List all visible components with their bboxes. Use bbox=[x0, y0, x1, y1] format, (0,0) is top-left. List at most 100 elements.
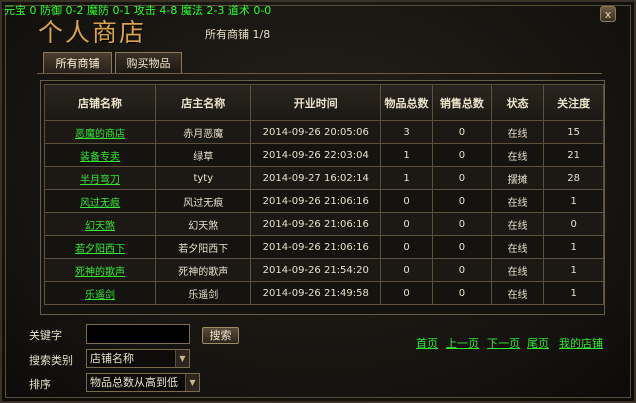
table-cell-follow: 1 bbox=[543, 258, 604, 282]
table-cell-sales: 0 bbox=[432, 189, 492, 213]
table-cell-status: 在线 bbox=[490, 143, 545, 167]
table-cell-items: 0 bbox=[380, 212, 433, 236]
category-select-value: 店铺名称 bbox=[90, 352, 134, 365]
table-cell-shop: 装备专卖 bbox=[43, 143, 157, 167]
table-cell-status: 在线 bbox=[490, 258, 545, 282]
table-row[interactable]: 若夕阳西下 若夕阳西下 2014-09-26 21:06:16 0 0 在线 1 bbox=[43, 235, 604, 259]
table-cell-follow: 1 bbox=[543, 189, 604, 213]
shop-name-link[interactable]: 半月弯刀 bbox=[80, 175, 120, 186]
column-header: 销售总数 bbox=[432, 84, 492, 121]
table-cell-shop: 若夕阳西下 bbox=[43, 235, 157, 259]
table-cell-items: 0 bbox=[380, 189, 433, 213]
chevron-down-icon: ▼ bbox=[185, 374, 199, 391]
table-header-row: 店铺名称 店主名称 开业时间 物品总数 销售总数 状态 关注度 bbox=[43, 84, 604, 121]
table-cell-sales: 0 bbox=[432, 120, 492, 144]
table-row[interactable]: 恶魔的商店 赤月恶魔 2014-09-26 20:05:06 3 0 在线 15 bbox=[43, 120, 604, 144]
table-cell-opened: 2014-09-26 21:06:16 bbox=[250, 189, 382, 213]
sort-label: 排序 bbox=[29, 378, 51, 391]
shop-name-link[interactable]: 风过无痕 bbox=[80, 198, 120, 209]
table-cell-sales: 0 bbox=[432, 212, 492, 236]
table-row[interactable]: 死神的歌声 死神的歌声 2014-09-26 21:54:20 0 0 在线 1 bbox=[43, 258, 604, 282]
shop-window: 元宝 0 防御 0-2 魔防 0-1 攻击 4-8 魔法 2-3 道术 0-0 … bbox=[0, 0, 636, 403]
table-cell-sales: 0 bbox=[432, 235, 492, 259]
category-label: 搜索类别 bbox=[29, 354, 73, 367]
table-cell-items: 0 bbox=[380, 235, 433, 259]
category-select[interactable]: 店铺名称 ▼ bbox=[86, 349, 190, 368]
table-cell-owner: 幻天煞 bbox=[155, 212, 252, 236]
table-cell-items: 1 bbox=[380, 143, 433, 167]
table-cell-opened: 2014-09-26 21:54:20 bbox=[250, 258, 382, 282]
table-cell-items: 0 bbox=[380, 281, 433, 305]
column-header: 物品总数 bbox=[380, 84, 433, 121]
table-cell-opened: 2014-09-26 21:06:16 bbox=[250, 212, 382, 236]
table-cell-shop: 风过无痕 bbox=[43, 189, 157, 213]
table-cell-follow: 1 bbox=[543, 281, 604, 305]
column-header: 店铺名称 bbox=[43, 84, 157, 121]
table-cell-follow: 21 bbox=[543, 143, 604, 167]
keyword-input[interactable] bbox=[86, 324, 190, 344]
shop-name-link[interactable]: 恶魔的商店 bbox=[75, 129, 125, 140]
search-button[interactable]: 搜索 bbox=[202, 327, 239, 344]
shop-name-link[interactable]: 乐遥剑 bbox=[85, 290, 115, 301]
tab-all-shops[interactable]: 所有商铺 bbox=[43, 52, 112, 74]
table-row[interactable]: 幻天煞 幻天煞 2014-09-26 21:06:16 0 0 在线 0 bbox=[43, 212, 604, 236]
table-cell-shop: 乐遥剑 bbox=[43, 281, 157, 305]
table-cell-sales: 0 bbox=[432, 258, 492, 282]
my-shop-link[interactable]: 我的店铺 bbox=[559, 335, 603, 351]
table-cell-opened: 2014-09-26 20:05:06 bbox=[250, 120, 382, 144]
shop-name-link[interactable]: 死神的歌声 bbox=[75, 267, 125, 278]
first-page-link[interactable]: 首页 bbox=[416, 335, 438, 351]
table-cell-status: 在线 bbox=[490, 189, 545, 213]
last-page-link[interactable]: 尾页 bbox=[527, 335, 549, 351]
table-cell-owner: 赤月恶魔 bbox=[155, 120, 252, 144]
table-cell-owner: 若夕阳西下 bbox=[155, 235, 252, 259]
window-title: 个人商店 bbox=[38, 18, 147, 47]
prev-page-link[interactable]: 上一页 bbox=[446, 335, 479, 351]
table-cell-shop: 半月弯刀 bbox=[43, 166, 157, 190]
shop-table-panel: 店铺名称 店主名称 开业时间 物品总数 销售总数 状态 关注度 恶魔的商店 赤月恶… bbox=[40, 80, 605, 315]
table-cell-owner: 绿草 bbox=[155, 143, 252, 167]
tab-divider bbox=[37, 73, 602, 74]
table-cell-shop: 恶魔的商店 bbox=[43, 120, 157, 144]
sort-select-value: 物品总数从高到低 bbox=[90, 376, 178, 389]
table-cell-items: 1 bbox=[380, 166, 433, 190]
table-cell-opened: 2014-09-27 16:02:14 bbox=[250, 166, 382, 190]
table-cell-sales: 0 bbox=[432, 143, 492, 167]
table-cell-opened: 2014-09-26 21:49:58 bbox=[250, 281, 382, 305]
table-cell-opened: 2014-09-26 22:03:04 bbox=[250, 143, 382, 167]
next-page-link[interactable]: 下一页 bbox=[487, 335, 520, 351]
table-cell-opened: 2014-09-26 21:06:16 bbox=[250, 235, 382, 259]
shop-name-link[interactable]: 装备专卖 bbox=[80, 152, 120, 163]
table-cell-shop: 幻天煞 bbox=[43, 212, 157, 236]
table-cell-owner: tyty bbox=[155, 166, 252, 190]
table-row[interactable]: 风过无痕 风过无痕 2014-09-26 21:06:16 0 0 在线 1 bbox=[43, 189, 604, 213]
table-cell-items: 3 bbox=[380, 120, 433, 144]
table-cell-items: 0 bbox=[380, 258, 433, 282]
table-cell-follow: 15 bbox=[543, 120, 604, 144]
table-cell-follow: 28 bbox=[543, 166, 604, 190]
shop-name-link[interactable]: 若夕阳西下 bbox=[75, 244, 125, 255]
shop-table: 店铺名称 店主名称 开业时间 物品总数 销售总数 状态 关注度 恶魔的商店 赤月恶… bbox=[43, 84, 604, 305]
close-icon[interactable]: x bbox=[600, 6, 616, 22]
table-cell-status: 在线 bbox=[490, 235, 545, 259]
shop-name-link[interactable]: 幻天煞 bbox=[85, 221, 115, 232]
chevron-down-icon: ▼ bbox=[175, 350, 189, 367]
table-row[interactable]: 乐遥剑 乐遥剑 2014-09-26 21:49:58 0 0 在线 1 bbox=[43, 281, 604, 305]
column-header: 状态 bbox=[490, 84, 545, 121]
table-cell-follow: 0 bbox=[543, 212, 604, 236]
table-row[interactable]: 半月弯刀 tyty 2014-09-27 16:02:14 1 0 摆摊 28 bbox=[43, 166, 604, 190]
keyword-label: 关键字 bbox=[29, 329, 62, 342]
table-row[interactable]: 装备专卖 绿草 2014-09-26 22:03:04 1 0 在线 21 bbox=[43, 143, 604, 167]
table-cell-status: 摆摊 bbox=[490, 166, 545, 190]
table-cell-owner: 死神的歌声 bbox=[155, 258, 252, 282]
table-cell-status: 在线 bbox=[490, 120, 545, 144]
column-header: 开业时间 bbox=[250, 84, 382, 121]
table-cell-sales: 0 bbox=[432, 166, 492, 190]
table-cell-follow: 1 bbox=[543, 235, 604, 259]
tab-buy-items[interactable]: 购买物品 bbox=[115, 52, 182, 74]
sort-select[interactable]: 物品总数从高到低 ▼ bbox=[86, 373, 200, 392]
column-header: 店主名称 bbox=[155, 84, 252, 121]
page-info: 所有商铺 1/8 bbox=[205, 28, 271, 41]
table-cell-shop: 死神的歌声 bbox=[43, 258, 157, 282]
table-cell-owner: 风过无痕 bbox=[155, 189, 252, 213]
